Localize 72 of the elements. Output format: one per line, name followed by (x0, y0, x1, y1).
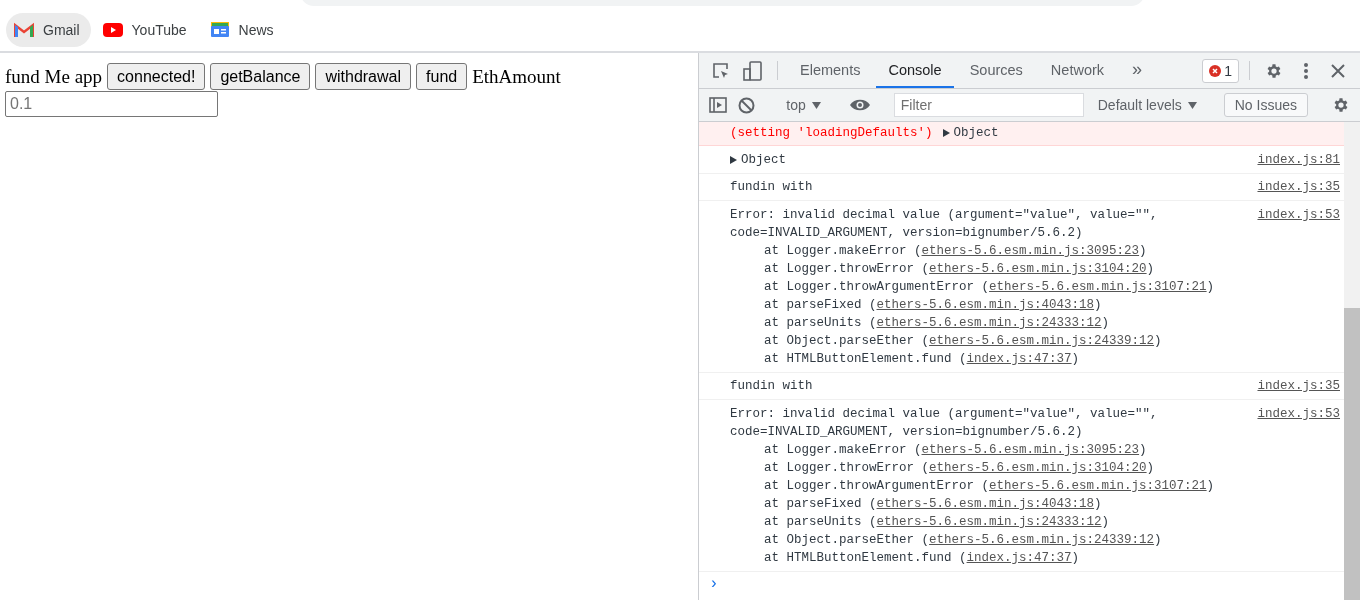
stack-frame-link[interactable]: ethers-5.6.esm.min.js:24333:12 (876, 515, 1102, 529)
error-text: Error: invalid decimal value (argument="value", value="", (730, 208, 1158, 222)
source-link[interactable]: index.js:35 (1257, 377, 1340, 395)
page-button[interactable]: fund (416, 63, 468, 90)
stack-frame-text: at parseFixed (ethers-5.6.esm.min.js:4043:18) (763, 496, 1103, 513)
envelope-m-icon (14, 22, 34, 37)
log-levels-dropdown[interactable]: Default levels (1091, 97, 1203, 113)
stack-frame-link[interactable]: ethers-5.6.esm.min.js:3107:21 (989, 280, 1207, 294)
error-icon (1209, 64, 1222, 77)
devtools-tab[interactable]: Sources (957, 53, 1035, 88)
devtools-tab[interactable]: Network (1038, 53, 1117, 88)
context-selector[interactable]: top (780, 97, 827, 113)
stack-frame-link[interactable]: index.js:47:37 (966, 551, 1072, 565)
stack-frame-text: at Object.parseEther (ethers-5.6.esm.min.js:24339:12) (763, 532, 1163, 549)
bookmark[interactable]: News (201, 12, 285, 47)
caret-icon (1187, 101, 1197, 109)
issues-button[interactable]: No Issues (1223, 93, 1308, 117)
object-label[interactable]: Object (741, 151, 786, 169)
log-text: fundin with (730, 378, 813, 395)
stack-frame-text: at Logger.throwError (ethers-5.6.esm.min.js:3104:20) (763, 460, 1156, 477)
stack-frame-link[interactable]: ethers-5.6.esm.min.js:24339:12 (929, 533, 1155, 547)
console-prompt[interactable]: › (699, 572, 1344, 596)
stack-frame-link[interactable]: ethers-5.6.esm.min.js:4043:18 (876, 298, 1095, 312)
stack-frame-text: at HTMLButtonElement.fund (index.js:47:37) (763, 550, 1081, 567)
page-button[interactable]: connected! (107, 63, 206, 90)
stack-frame-link[interactable]: ethers-5.6.esm.min.js:3095:23 (921, 443, 1140, 457)
amount-label: EthAmount (472, 65, 561, 88)
error-text: code=INVALID_ARGUMENT, version=bignumber/5.6.2) (730, 425, 1083, 439)
source-link[interactable]: index.js:53 (1257, 405, 1340, 567)
stack-frame-link[interactable]: ethers-5.6.esm.min.js:24333:12 (876, 316, 1102, 330)
disclosure-triangle-icon[interactable] (730, 156, 737, 164)
stack-frame-text: at Logger.makeError (ethers-5.6.esm.min.js:3095:23) (763, 243, 1148, 260)
source-link[interactable]: index.js:81 (1257, 151, 1340, 169)
stack-frame-link[interactable]: ethers-5.6.esm.min.js:4043:18 (876, 497, 1095, 511)
stack-frame-text: at Logger.throwArgumentError (ethers-5.6.esm.min.js:3107:21) (763, 279, 1215, 296)
error-text: (setting 'loadingDefaults') (730, 125, 933, 142)
stack-frame-link[interactable]: ethers-5.6.esm.min.js:3104:20 (929, 461, 1147, 475)
stack-frame-text: at HTMLButtonElement.fund (index.js:47:37) (763, 351, 1081, 368)
disclosure-triangle-icon[interactable] (942, 129, 950, 137)
stack-frame-link[interactable]: ethers-5.6.esm.min.js:24339:12 (929, 334, 1155, 348)
error-text: Error: invalid decimal value (argument="value", value="", (730, 407, 1158, 421)
more-tabs-button[interactable]: » (1120, 53, 1155, 88)
error-count-button[interactable]: 1 (1202, 58, 1239, 83)
amount-input[interactable]: 0.1 (5, 91, 218, 117)
scrollbar[interactable] (1344, 122, 1360, 600)
stack-frame-text: at parseUnits (ethers-5.6.esm.min.js:24333:12) (763, 514, 1111, 531)
source-link[interactable]: index.js:35 (1257, 178, 1340, 196)
stack-frame-link[interactable]: index.js:47:37 (966, 352, 1072, 366)
stack-frame-text: at parseFixed (ethers-5.6.esm.min.js:4043:18) (763, 297, 1103, 314)
error-text: code=INVALID_ARGUMENT, version=bignumber/5.6.2) (730, 226, 1083, 240)
stack-frame-text: at parseUnits (ethers-5.6.esm.min.js:24333:12) (763, 315, 1111, 332)
object-label[interactable]: Object (953, 124, 999, 142)
newspaper-icon (209, 21, 230, 38)
stack-frame-text: at Logger.throwError (ethers-5.6.esm.min.js:3104:20) (763, 261, 1156, 278)
devtools-tab[interactable]: Elements (788, 53, 873, 88)
page-button[interactable]: withdrawal (315, 63, 412, 90)
bookmark[interactable]: YouTube (94, 12, 198, 47)
stack-frame-text: at Object.parseEther (ethers-5.6.esm.min.js:24339:12) (763, 333, 1163, 350)
bookmark[interactable]: Gmail (6, 12, 91, 47)
stack-frame-text: at Logger.throwArgumentError (ethers-5.6.esm.min.js:3107:21) (763, 478, 1215, 495)
log-text: fundin with (730, 179, 813, 196)
play-icon (102, 22, 123, 37)
app-title: fund Me app (5, 65, 103, 88)
stack-frame-link[interactable]: ethers-5.6.esm.min.js:3104:20 (929, 262, 1147, 276)
page-button[interactable]: getBalance (210, 63, 311, 90)
eye-icon[interactable] (847, 98, 873, 112)
filter-field[interactable]: Filter (893, 93, 1084, 117)
stack-frame-link[interactable]: ethers-5.6.esm.min.js:3095:23 (921, 244, 1140, 258)
stack-frame-text: at Logger.makeError (ethers-5.6.esm.min.js:3095:23) (763, 442, 1148, 459)
stack-frame-link[interactable]: ethers-5.6.esm.min.js:3107:21 (989, 479, 1207, 493)
caret-icon (811, 101, 821, 109)
source-link[interactable]: index.js:53 (1257, 206, 1340, 368)
